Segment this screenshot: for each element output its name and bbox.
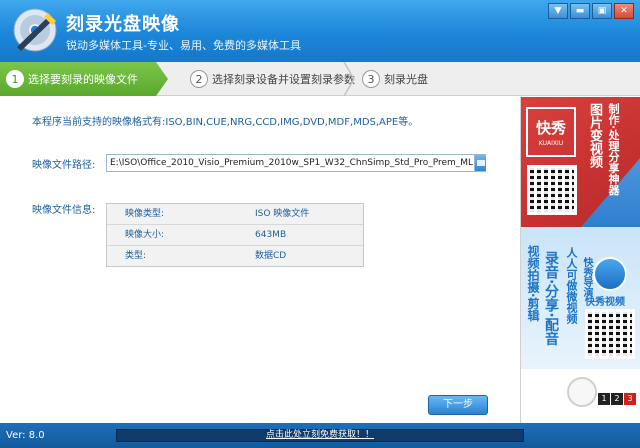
step-separator-icon xyxy=(343,62,355,96)
video-camera-icon xyxy=(593,257,627,291)
title-bar: 刻录光盘映像 锐动多媒体工具-专业、易用、免费的多媒体工具 ▼ ▬ ▣ ✕ xyxy=(0,0,640,62)
step-number: 2 xyxy=(190,70,208,88)
ad-slogan-1: 图片变视频 xyxy=(587,103,602,168)
qr-code-icon xyxy=(527,165,577,215)
ad-page-2[interactable]: 2 xyxy=(611,393,623,405)
ad-pager: 1 2 3 xyxy=(598,393,636,405)
qr-code-icon xyxy=(585,309,635,359)
folder-icon xyxy=(477,160,485,166)
next-button[interactable]: 下一步 xyxy=(428,395,488,415)
status-bar: Ver: 8.0 点击此处立刻免费获取！！ xyxy=(0,423,640,448)
info-row-disc-type: 类型: 数据CD xyxy=(107,246,363,267)
info-value: 643MB xyxy=(255,230,287,240)
promo-link[interactable]: 点击此处立刻免费获取！！ xyxy=(116,429,524,442)
ad-banner[interactable]: 快秀 KUAIXIU 图片变视频 制作·处理分享神器 视频拍摄·剪辑 录音·分享… xyxy=(520,97,640,423)
image-path-label: 映像文件路径: xyxy=(32,160,96,171)
step-label: 刻录光盘 xyxy=(384,73,428,86)
close-button[interactable]: ✕ xyxy=(614,3,634,19)
ad-feature-3: 人人可做微视频 xyxy=(565,247,578,324)
step-select-image[interactable]: 1 选择要刻录的映像文件 xyxy=(0,62,168,96)
info-key: 类型: xyxy=(125,251,147,261)
info-row-type: 映像类型: ISO 映像文件 xyxy=(107,204,363,225)
step-wizard-bar: 1 选择要刻录的映像文件 2 选择刻录设备并设置刻录参数 3 刻录光盘 xyxy=(0,62,640,96)
info-key: 映像类型: xyxy=(125,209,165,219)
supported-formats-text: 本程序当前支持的映像格式有:ISO,BIN,CUE,NRG,CCD,IMG,DV… xyxy=(32,117,419,128)
step-number: 3 xyxy=(362,70,380,88)
ad-brand-2: 快秀视频 xyxy=(585,297,625,308)
step-number: 1 xyxy=(6,70,24,88)
maximize-button[interactable]: ▣ xyxy=(592,3,612,19)
ad-brand-name: 快秀 xyxy=(535,119,566,137)
main-panel: 本程序当前支持的映像格式有:ISO,BIN,CUE,NRG,CCD,IMG,DV… xyxy=(0,97,520,423)
version-label: Ver: 8.0 xyxy=(6,430,45,441)
window-controls: ▼ ▬ ▣ ✕ xyxy=(548,3,634,19)
step-label: 选择刻录设备并设置刻录参数 xyxy=(212,73,355,86)
ad-brand-en: KUAIXIU xyxy=(538,140,564,147)
info-value: 数据CD xyxy=(255,251,287,261)
minimize-button[interactable]: ▬ xyxy=(570,3,590,19)
image-info-table: 映像类型: ISO 映像文件 映像大小: 643MB 类型: 数据CD xyxy=(106,203,364,267)
info-row-size: 映像大小: 643MB xyxy=(107,225,363,246)
ad-page-3[interactable]: 3 xyxy=(624,393,636,405)
disc-logo-icon xyxy=(13,8,57,52)
ad-page-1[interactable]: 1 xyxy=(598,393,610,405)
ad-brand-logo: 快秀 KUAIXIU xyxy=(526,107,576,157)
ad-feature-4: 快秀导演 xyxy=(581,257,592,297)
menu-dropdown-button[interactable]: ▼ xyxy=(548,3,568,19)
image-path-input[interactable]: E:\ISO\Office_2010_Visio_Premium_2010w_S… xyxy=(106,154,486,172)
step-select-device[interactable]: 2 选择刻录设备并设置刻录参数 xyxy=(190,62,355,96)
ad-slogan-2: 制作·处理分享神器 xyxy=(607,103,620,196)
browse-folder-button[interactable] xyxy=(474,155,486,171)
step-label: 选择要刻录的映像文件 xyxy=(28,73,138,86)
info-key: 映像大小: xyxy=(125,230,165,240)
ad-feature-2: 录音·分享·配音 xyxy=(543,251,559,346)
app-title: 刻录光盘映像 xyxy=(66,14,180,35)
app-subtitle: 锐动多媒体工具-专业、易用、免费的多媒体工具 xyxy=(66,39,301,52)
step-burn-disc[interactable]: 3 刻录光盘 xyxy=(362,62,428,96)
info-value: ISO 映像文件 xyxy=(255,209,310,219)
image-info-label: 映像文件信息: xyxy=(32,205,96,216)
ad-circle-icon xyxy=(567,377,597,407)
ad-feature-1: 视频拍摄·剪辑 xyxy=(526,245,540,322)
